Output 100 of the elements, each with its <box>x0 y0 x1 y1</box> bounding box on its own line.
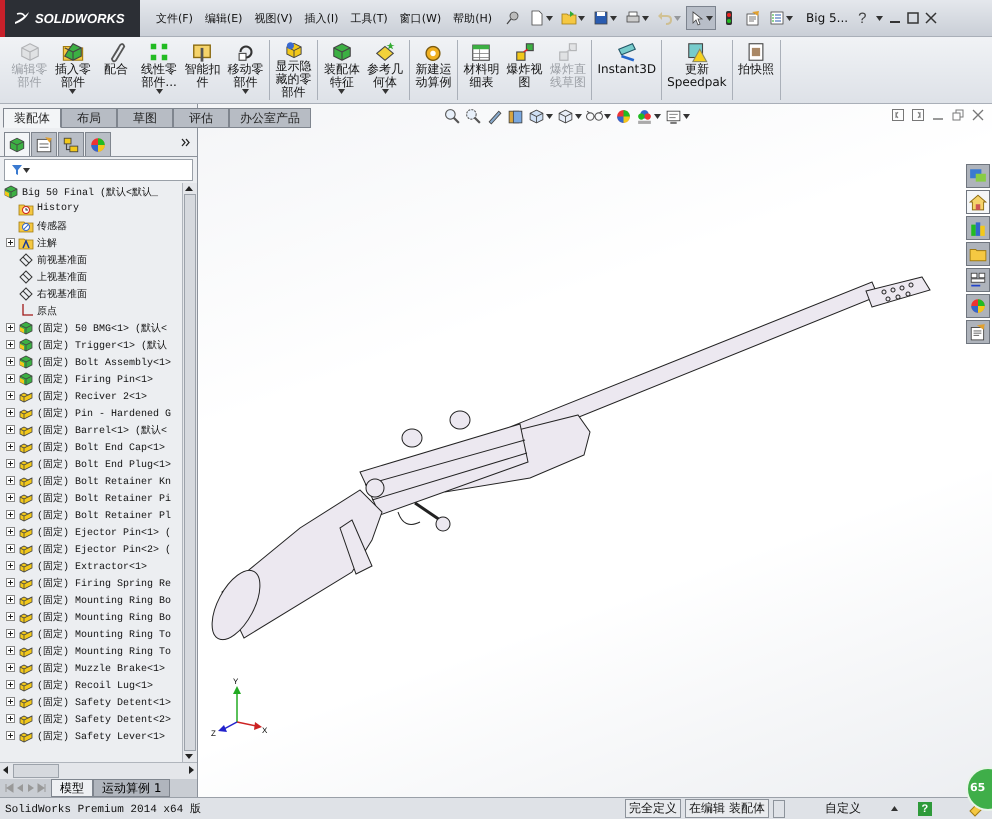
expand-icon[interactable] <box>6 323 15 332</box>
restore-icon[interactable] <box>952 109 964 121</box>
expand-icon[interactable] <box>6 612 15 621</box>
expand-icon[interactable] <box>6 374 15 383</box>
scrollbar[interactable] <box>0 762 197 779</box>
tree-item[interactable]: (固定) Extractor<1> <box>0 557 182 574</box>
tree-item[interactable]: (固定) Safety Detent<1> <box>0 693 182 710</box>
tab[interactable]: 运动算例 1 <box>93 779 170 797</box>
tree-item[interactable]: (固定) Ejector Pin<1> ( <box>0 523 182 540</box>
tree-item[interactable]: (固定) Safety Detent<2> <box>0 710 182 727</box>
tree-item[interactable]: 右视基准面 <box>0 285 182 302</box>
tree-item[interactable]: (固定) Safety Lever<1> <box>0 727 182 744</box>
ribbon-button[interactable]: 线性零部件... <box>138 40 181 100</box>
tree-item[interactable]: (固定) Bolt Retainer Kn <box>0 472 182 489</box>
pushpin-icon[interactable] <box>505 10 522 26</box>
expand-icon[interactable] <box>6 510 15 519</box>
expand-icon[interactable] <box>6 663 15 672</box>
ribbon-button[interactable]: 显示隐藏的零部件 <box>272 40 316 100</box>
tree-item[interactable]: 传感器 <box>0 217 182 234</box>
tree-item[interactable]: (固定) Firing Spring Re <box>0 574 182 591</box>
expand-icon[interactable] <box>6 527 15 536</box>
view-toolbar-button[interactable] <box>465 108 482 125</box>
tree-item[interactable]: History <box>0 200 182 217</box>
tree-item[interactable]: (固定) Bolt Retainer Pi <box>0 489 182 506</box>
list-icon[interactable] <box>769 10 786 26</box>
floppy-icon[interactable] <box>593 10 610 26</box>
tab[interactable]: 模型 <box>51 779 93 797</box>
close-icon[interactable] <box>925 12 938 24</box>
ribbon-button[interactable]: 插入零部件 <box>51 40 94 100</box>
ribbon-button[interactable]: 更新 Speedpak <box>664 40 730 100</box>
expand-icon[interactable] <box>6 731 15 740</box>
tree-item[interactable]: 前视基准面 <box>0 251 182 268</box>
expand-icon[interactable] <box>6 697 15 706</box>
expand-icon[interactable] <box>6 544 15 553</box>
expand-icon[interactable] <box>6 340 15 349</box>
expand-icon[interactable] <box>6 238 15 247</box>
ribbon-button[interactable]: 新建运动算例 <box>412 40 455 100</box>
ribbon-button[interactable]: 拍快照 <box>734 40 778 100</box>
tree-item[interactable]: (固定) Muzzle Brake<1> <box>0 659 182 676</box>
expand-icon[interactable] <box>6 476 15 485</box>
expand-icon[interactable] <box>6 459 15 468</box>
expand-icon[interactable] <box>6 714 15 723</box>
tree-item[interactable]: (固定) Mounting Ring Bo <box>0 608 182 625</box>
help-button[interactable]: ? <box>918 802 932 816</box>
task-pane-tab[interactable] <box>966 320 990 344</box>
tab[interactable]: 办公室产品 <box>229 108 311 128</box>
expand-icon[interactable] <box>6 493 15 502</box>
tree-item[interactable]: (固定) Bolt End Plug<1> <box>0 455 182 472</box>
ribbon-button[interactable]: 参考几何体 <box>364 40 407 100</box>
ribbon-button[interactable]: 装配体特征 <box>320 40 364 100</box>
help-button[interactable]: ? <box>856 10 868 26</box>
tree-item[interactable]: (固定) Reciver 2<1> <box>0 387 182 404</box>
panel-tab[interactable] <box>58 132 84 156</box>
view-toolbar-button[interactable] <box>507 108 524 125</box>
tree-item[interactable]: (固定) Mounting Ring To <box>0 642 182 659</box>
menu-item[interactable]: 文件(F) <box>150 10 199 26</box>
panel-tab[interactable] <box>4 132 30 156</box>
tree-item[interactable]: 上视基准面 <box>0 268 182 285</box>
expand-icon[interactable] <box>6 646 15 655</box>
close-icon[interactable] <box>972 109 984 121</box>
view-toolbar-button[interactable] <box>636 108 661 125</box>
ribbon-button[interactable]: 智能扣件 <box>180 40 224 100</box>
tree-item[interactable]: 注解 <box>0 234 182 251</box>
expand-icon[interactable] <box>6 561 15 570</box>
task-pane-tab[interactable] <box>966 190 990 214</box>
tab[interactable]: 草图 <box>117 108 173 128</box>
tree-item[interactable]: (固定) Barrel<1> (默认< <box>0 421 182 438</box>
expand-icon[interactable] <box>6 442 15 451</box>
filter-icon[interactable] <box>11 164 23 176</box>
expand-icon[interactable] <box>6 408 15 417</box>
menu-item[interactable]: 插入(I) <box>298 10 344 26</box>
view-toolbar-button[interactable] <box>444 108 461 125</box>
view-toolbar-button[interactable] <box>528 108 553 125</box>
tree-item[interactable]: (固定) Trigger<1> (默认 <box>0 336 182 353</box>
ribbon-button[interactable]: Instant3D <box>594 40 660 100</box>
units-selector[interactable]: 自定义 <box>824 800 861 817</box>
view-toolbar-button[interactable] <box>557 108 582 125</box>
tree-item[interactable]: (固定) Bolt Retainer Pl <box>0 506 182 523</box>
view-toolbar-button[interactable] <box>665 108 690 125</box>
tree-item[interactable]: (固定) Pin - Hardened G <box>0 404 182 421</box>
toolbar-button[interactable] <box>686 6 716 30</box>
tree-item[interactable]: (固定) Bolt End Cap<1> <box>0 438 182 455</box>
menu-item[interactable]: 编辑(E) <box>198 10 248 26</box>
caret-up-icon[interactable] <box>890 806 898 811</box>
scrollbar[interactable] <box>182 183 197 762</box>
menu-item[interactable]: 帮助(H) <box>447 10 498 26</box>
tree-item[interactable]: (固定) Recoil Lug<1> <box>0 676 182 693</box>
expand-icon[interactable] <box>6 425 15 434</box>
maximize-icon[interactable] <box>907 12 920 24</box>
expand-icon[interactable] <box>6 391 15 400</box>
menu-item[interactable]: 视图(V) <box>248 10 299 26</box>
menu-item[interactable]: 工具(T) <box>344 10 394 26</box>
tile-left-icon[interactable] <box>892 109 904 121</box>
expand-icon[interactable] <box>6 595 15 604</box>
tree-item[interactable]: Big 50 Final (默认<默认_ <box>0 183 182 200</box>
tree-item[interactable]: (固定) Mounting Ring To <box>0 625 182 642</box>
ribbon-button[interactable]: 配合 <box>94 40 138 100</box>
menu-item[interactable]: 窗口(W) <box>394 10 448 26</box>
tree-item[interactable]: (固定) Firing Pin<1> <box>0 370 182 387</box>
tree-item[interactable]: 原点 <box>0 302 182 319</box>
